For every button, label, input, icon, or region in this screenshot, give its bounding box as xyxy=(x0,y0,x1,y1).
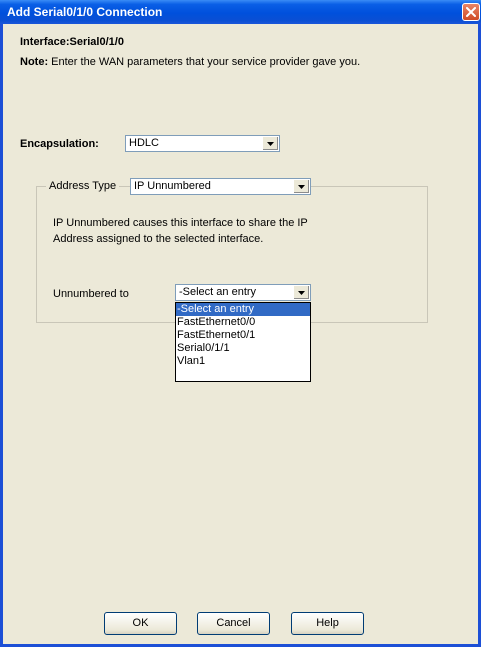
ok-button[interactable]: OK xyxy=(104,612,177,635)
dropdown-option-serial0-1-1[interactable]: Serial0/1/1 xyxy=(176,342,310,355)
dropdown-option-select-entry[interactable]: -Select an entry xyxy=(176,303,310,316)
chevron-down-icon xyxy=(298,291,305,295)
address-type-label: Address Type xyxy=(46,180,120,192)
address-type-value: IP Unnumbered xyxy=(134,180,211,192)
unnumbered-to-dropdown-button[interactable] xyxy=(293,286,309,299)
close-icon xyxy=(466,7,476,17)
help-button[interactable]: Help xyxy=(291,612,364,635)
address-type-description-line1: IP Unnumbered causes this interface to s… xyxy=(53,217,308,229)
unnumbered-to-label: Unnumbered to xyxy=(53,288,129,300)
unnumbered-to-value: -Select an entry xyxy=(179,286,257,298)
encapsulation-dropdown-button[interactable] xyxy=(262,137,278,150)
note-text: Enter the WAN parameters that your servi… xyxy=(51,56,361,68)
chevron-down-icon xyxy=(267,142,274,146)
title-bar[interactable]: Add Serial0/1/0 Connection xyxy=(0,0,481,24)
chevron-down-icon xyxy=(298,185,305,189)
address-type-select[interactable]: IP Unnumbered xyxy=(130,178,311,195)
note-label: Note: xyxy=(20,56,49,68)
unnumbered-to-select[interactable]: -Select an entry xyxy=(175,284,311,301)
dropdown-option-fastethernet0-1[interactable]: FastEthernet0/1 xyxy=(176,329,310,342)
dropdown-option-vlan1[interactable]: Vlan1 xyxy=(176,355,310,368)
dialog-window: Add Serial0/1/0 Connection Interface:Ser… xyxy=(0,0,481,647)
encapsulation-label: Encapsulation: xyxy=(20,138,99,150)
close-button[interactable] xyxy=(462,3,480,21)
window-title: Add Serial0/1/0 Connection xyxy=(7,5,163,19)
address-type-dropdown-button[interactable] xyxy=(293,180,309,193)
address-type-description-line2: Address assigned to the selected interfa… xyxy=(53,233,264,245)
dropdown-option-fastethernet0-0[interactable]: FastEthernet0/0 xyxy=(176,316,310,329)
cancel-button[interactable]: Cancel xyxy=(197,612,270,635)
encapsulation-select[interactable]: HDLC xyxy=(125,135,280,152)
encapsulation-value: HDLC xyxy=(129,137,159,149)
note-line: Note: Enter the WAN parameters that your… xyxy=(20,56,360,68)
unnumbered-to-dropdown-list[interactable]: -Select an entry FastEthernet0/0 FastEth… xyxy=(175,302,311,382)
interface-label: Interface:Serial0/1/0 xyxy=(20,36,124,48)
